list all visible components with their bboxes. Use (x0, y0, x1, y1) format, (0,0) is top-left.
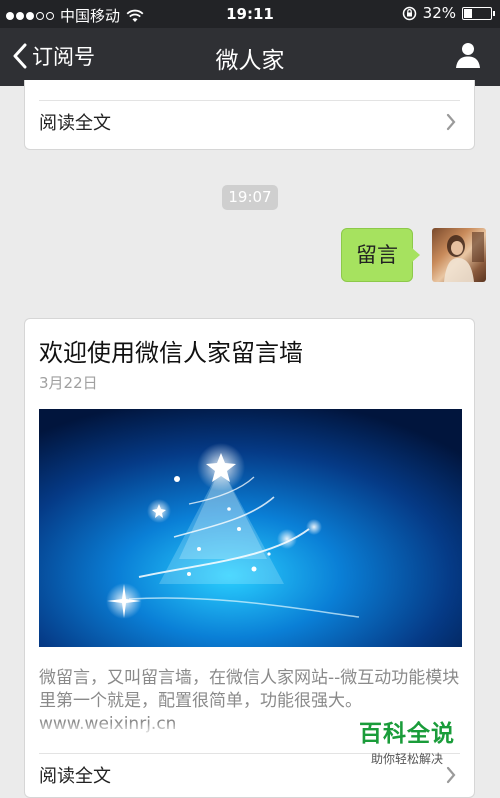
navigation-bar: 订阅号 微人家 (0, 28, 500, 86)
article-title: 欢迎使用微信人家留言墙 (39, 339, 303, 367)
read-more-label: 阅读全文 (39, 113, 111, 134)
previous-article-card: 阅读全文 (24, 80, 475, 150)
watermark-title: 百科全说 (359, 721, 455, 747)
article-date: 3月22日 (39, 374, 98, 392)
avatar[interactable] (432, 228, 486, 282)
bubble-tail (412, 248, 420, 262)
user-icon[interactable] (454, 41, 482, 73)
message-timestamp: 19:07 (222, 185, 278, 210)
divider (39, 100, 460, 101)
orientation-lock-icon (402, 6, 416, 20)
watermark-subtitle: 助你轻松解决 (370, 752, 443, 766)
cover-image[interactable] (39, 409, 462, 647)
message-bubble[interactable]: 留言 (341, 228, 413, 282)
read-more-link[interactable]: 阅读全文 (39, 102, 460, 142)
battery-icon (462, 6, 495, 20)
battery-fill (464, 8, 473, 18)
chevron-right-icon (446, 766, 456, 784)
status-right: 32% (402, 4, 495, 22)
read-more-label: 阅读全文 (39, 766, 111, 787)
page-title: 微人家 (215, 48, 285, 74)
chevron-right-icon (446, 113, 456, 131)
status-bar: 中国移动 19:11 32% (0, 0, 500, 28)
battery-percent: 32% (422, 4, 456, 22)
watermark: 百科全说 助你轻松解决 (352, 714, 462, 767)
